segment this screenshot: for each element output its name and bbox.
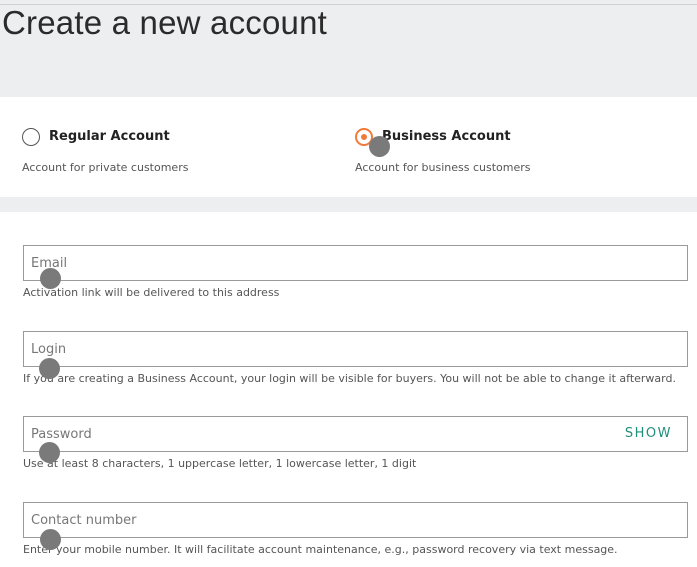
password-field-group: SHOW Use at least 8 characters, 1 upperc… <box>23 416 688 470</box>
show-password-button[interactable]: SHOW <box>625 426 672 441</box>
account-type-panel: Regular Account Account for private cust… <box>0 97 697 197</box>
contact-number-field[interactable] <box>24 503 687 537</box>
regular-account-label: Regular Account <box>49 129 170 144</box>
email-field[interactable] <box>24 246 687 280</box>
regular-account-description: Account for private customers <box>22 161 189 174</box>
contact-field-box <box>23 502 688 538</box>
email-field-box <box>23 245 688 281</box>
login-field-group: If you are creating a Business Account, … <box>23 331 688 385</box>
login-field[interactable] <box>24 332 687 366</box>
business-account-option[interactable]: Business Account Account for business cu… <box>355 97 655 197</box>
page-title: Create a new account <box>2 4 328 41</box>
password-hint: Use at least 8 characters, 1 uppercase l… <box>23 457 417 470</box>
contact-field-group: Enter your mobile number. It will facili… <box>23 502 688 556</box>
login-hint: If you are creating a Business Account, … <box>23 372 676 385</box>
email-hint: Activation link will be delivered to thi… <box>23 286 280 299</box>
password-field-box: SHOW <box>23 416 688 452</box>
contact-hint: Enter your mobile number. It will facili… <box>23 543 618 556</box>
business-account-description: Account for business customers <box>355 161 531 174</box>
email-field-group: Activation link will be delivered to thi… <box>23 245 688 299</box>
registration-form: Activation link will be delivered to thi… <box>0 212 697 567</box>
regular-account-radio[interactable] <box>22 128 40 146</box>
password-field[interactable] <box>24 417 687 451</box>
business-account-label: Business Account <box>382 129 511 144</box>
login-field-box <box>23 331 688 367</box>
regular-account-option[interactable]: Regular Account Account for private cust… <box>22 97 322 197</box>
business-account-radio[interactable] <box>355 128 373 146</box>
